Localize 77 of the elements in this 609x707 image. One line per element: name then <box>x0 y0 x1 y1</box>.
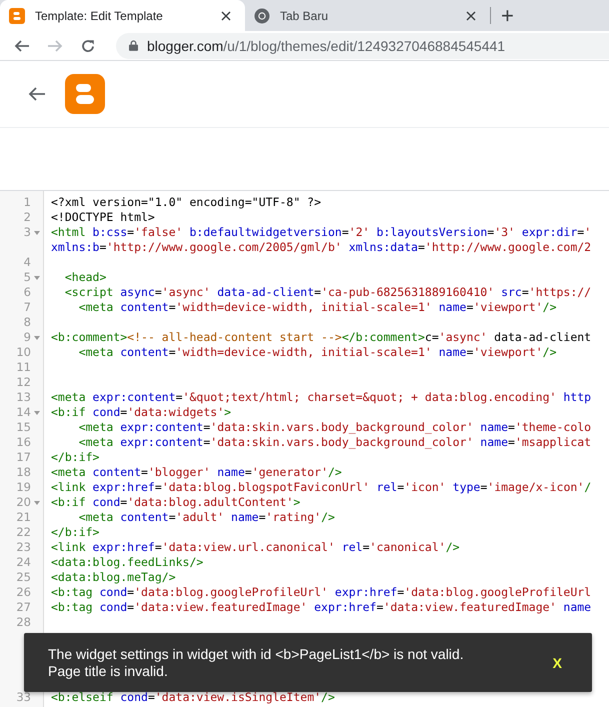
code-line: <meta content='blogger' name='generator'/> <box>51 465 342 479</box>
code-line: <meta content='width=device-width, initial-scale=1' name='viewport'/> <box>78 300 556 314</box>
line-number: 9 <box>24 330 31 345</box>
line-number: 16 <box>16 435 31 450</box>
code-line: <meta expr:content='data:skin.vars.body_background_color' name='theme-colo <box>78 420 592 434</box>
code-line: <script async='async' data-ad-client='ca-pub-6825631889160410' src='https:// <box>64 285 592 299</box>
line-number: 14 <box>16 405 31 420</box>
code-line: <b:elseif cond='data:view.isSingleItem'/> <box>51 690 335 704</box>
code-line: <head> <box>64 270 106 284</box>
code-line: <data:blog.meTag/> <box>51 570 176 584</box>
browser-tab[interactable]: Tab Baru <box>245 0 490 31</box>
line-number: 23 <box>16 540 31 555</box>
line-number: 21 <box>16 510 31 525</box>
line-number: 3 <box>24 225 31 240</box>
line-number: 25 <box>16 570 31 585</box>
code-line: <meta content='adult' name='rating'/> <box>78 510 335 524</box>
reload-icon[interactable] <box>80 38 96 54</box>
code-line: </b:if> <box>51 525 100 539</box>
code-line: <meta content='width=device-width, initial-scale=1' name='viewport'/> <box>78 345 556 359</box>
close-icon[interactable] <box>466 10 476 20</box>
code-line: <b:if cond='data:blog.adultContent'> <box>51 495 300 509</box>
globe-icon <box>254 8 270 24</box>
line-number: 5 <box>24 270 31 285</box>
fold-arrow-icon[interactable] <box>34 336 40 340</box>
line-number: 1 <box>24 195 31 210</box>
code-line: <b:tag cond='data:view.featuredImage' expr:href='data:view.featuredImage' name <box>51 600 592 614</box>
fold-arrow-icon[interactable] <box>34 276 40 280</box>
line-number: 13 <box>16 390 31 405</box>
line-number: 18 <box>16 465 31 480</box>
line-number: 26 <box>16 585 31 600</box>
blogger-logo-icon <box>65 74 105 114</box>
error-message: The widget settings in widget with id <b>PageList1</b> is not valid. Page title is invalid. <box>48 646 465 680</box>
line-number: 22 <box>16 525 31 540</box>
line-number: 24 <box>16 555 31 570</box>
address-bar[interactable]: blogger.com/u/1/blog/themes/edit/1249327046884545441 <box>116 32 609 58</box>
line-number: 33 <box>16 690 31 705</box>
browser-tab[interactable]: Template: Edit Template <box>0 0 245 31</box>
line-number: 19 <box>16 480 31 495</box>
line-number: 28 <box>16 615 31 630</box>
code-line: <b:comment><!-- all-head-content start --></b:comment>c='async' data-ad-client <box>51 330 592 344</box>
line-number: 17 <box>16 450 31 465</box>
back-arrow-icon[interactable] <box>28 86 46 102</box>
new-tab-button[interactable]: + <box>491 0 524 31</box>
tab-title: Tab Baru <box>280 8 330 22</box>
code-line: <meta expr:content='&quot;text/html; charset=&quot; + data:blog.encoding' http <box>51 390 592 404</box>
fold-arrow-icon[interactable] <box>34 410 40 414</box>
fold-arrow-icon[interactable] <box>34 230 40 234</box>
back-icon[interactable] <box>14 38 30 54</box>
line-number: 10 <box>16 345 31 360</box>
line-number: 7 <box>24 300 31 315</box>
code-line: xmlns:b='http://www.google.com/2005/gml/b' xmlns:data='http://www.google.com/2 <box>51 240 592 254</box>
code-line: <html b:css='false' b:defaultwidgetversion='2' b:layoutsVersion='3' expr:dir=' <box>51 225 592 239</box>
code-line: <link expr:href='data:view.url.canonical' rel='canonical'/> <box>51 540 460 554</box>
line-number: 8 <box>24 315 31 330</box>
line-number: 11 <box>16 360 31 375</box>
line-number: 20 <box>16 495 31 510</box>
code-line: <b:tag cond='data:blog.googleProfileUrl' expr:href='data:blog.googleProfileUrl <box>51 585 592 599</box>
lock-icon <box>129 40 138 51</box>
line-number: 15 <box>16 420 31 435</box>
fold-arrow-icon[interactable] <box>34 500 40 504</box>
line-number: 6 <box>24 285 31 300</box>
code-line: <data:blog.feedLinks/> <box>51 555 204 569</box>
tab-title: Template: Edit Template <box>35 8 164 22</box>
code-line: </b:if> <box>51 450 100 464</box>
line-number: 12 <box>16 375 31 390</box>
code-line: <?xml version="1.0" encoding="UTF-8" ?> <box>51 195 322 209</box>
dismiss-button[interactable]: X <box>546 650 568 674</box>
close-icon[interactable] <box>221 10 231 20</box>
code-line: <!DOCTYPE html> <box>51 210 155 224</box>
code-line: <meta expr:content='data:skin.vars.body_background_color' name='msapplicat <box>78 435 592 449</box>
blogger-icon <box>9 8 25 24</box>
code-line: <b:if cond='data:widgets'> <box>51 405 232 419</box>
line-number: 2 <box>24 210 31 225</box>
url-text: blogger.com/u/1/blog/themes/edit/1249327046884545441 <box>147 38 506 54</box>
line-number: 4 <box>24 255 31 270</box>
code-line: <link expr:href='data:blog.blogspotFaviconUrl' rel='icon' type='image/x-icon'/ <box>51 480 592 494</box>
line-number: 27 <box>16 600 31 615</box>
